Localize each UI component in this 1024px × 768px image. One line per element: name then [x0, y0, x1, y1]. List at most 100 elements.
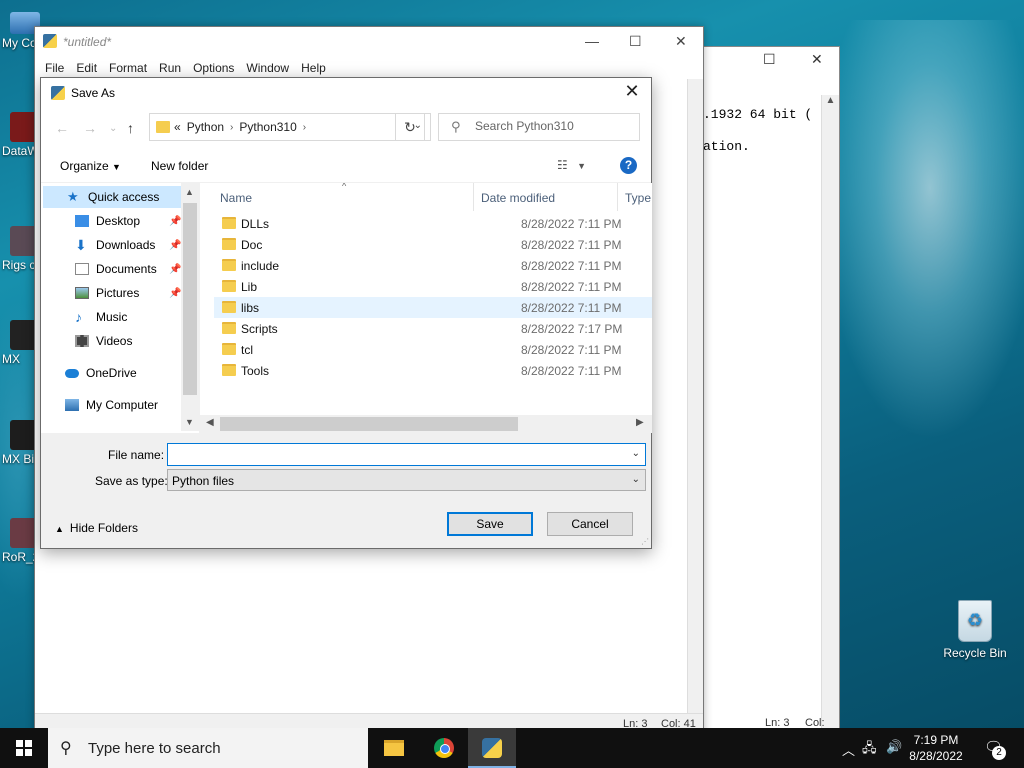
menu-window[interactable]: Window [240, 57, 295, 79]
scrollbar-thumb[interactable] [220, 417, 518, 431]
taskbar: ⚲ Type here to search ︿ 🖧 🔊 7:19 PM 8/28… [0, 728, 1024, 768]
desktop-icon-label: MX Bi [2, 452, 35, 466]
file-row-dlls[interactable]: DLLs8/28/2022 7:11 PMFile fo [214, 213, 652, 234]
column-divider[interactable] [473, 183, 474, 211]
save-as-dialog[interactable]: Save As ✕ ← → ⌄ ↑ « Python › Python310 ›… [40, 77, 652, 549]
file-name-label: File name: [108, 448, 165, 462]
save-type-select[interactable]: Python files ⌄ [167, 469, 646, 491]
menu-options[interactable]: Options [187, 57, 240, 79]
network-icon[interactable]: 🖧 [862, 739, 877, 761]
desktop-icon-recycle-bin[interactable]: Recycle Bin [940, 600, 1010, 660]
menu-format[interactable]: Format [103, 57, 153, 79]
shell-scrollbar[interactable]: ▲ [821, 95, 839, 735]
file-row-tcl[interactable]: tcl8/28/2022 7:11 PMFile fo [214, 339, 652, 360]
nav-my-computer[interactable]: My Computer [65, 394, 158, 416]
column-divider[interactable] [617, 183, 618, 211]
hide-folders-button[interactable]: ▲ Hide Folders [55, 521, 138, 535]
chevron-right-icon[interactable]: › [230, 122, 233, 133]
search-box[interactable]: ⚲ [438, 113, 640, 141]
file-name-input[interactable] [168, 444, 618, 464]
menu-edit[interactable]: Edit [70, 57, 103, 79]
scroll-right-icon[interactable]: ▶ [636, 417, 644, 428]
close-icon[interactable]: ✕ [811, 51, 823, 68]
menu-file[interactable]: File [39, 57, 70, 79]
nav-quick-access[interactable]: ★ Quick access [43, 186, 181, 208]
resize-grip[interactable]: ⋰ [641, 537, 649, 546]
save-type-label: Save as type: [95, 474, 168, 488]
python-shell-window[interactable]: ☐ ✕ .1932 64 bit ( ation. ▲ Ln: 3 Col: 0 [690, 46, 840, 741]
new-folder-button[interactable]: New folder [151, 159, 208, 173]
file-row-libs[interactable]: libs8/28/2022 7:11 PMFile fo [214, 297, 652, 318]
file-row-scripts[interactable]: Scripts8/28/2022 7:17 PMFile fo [214, 318, 652, 339]
nav-documents[interactable]: Documents [75, 258, 157, 280]
refresh-button[interactable]: ↻ [395, 113, 425, 141]
file-row-doc[interactable]: Doc8/28/2022 7:11 PMFile fo [214, 234, 652, 255]
file-list-hscrollbar[interactable]: ◀ ▶ [200, 415, 652, 433]
chevron-down-icon[interactable]: ⌄ [632, 448, 640, 459]
back-arrow-icon[interactable]: ← [55, 120, 69, 136]
editor-titlebar[interactable]: *untitled* — ☐ ✕ [35, 27, 703, 57]
breadcrumb-overflow[interactable]: « [174, 120, 181, 134]
cancel-button[interactable]: Cancel [547, 512, 633, 536]
column-name[interactable]: Name [220, 191, 252, 205]
hide-folders-label: Hide Folders [69, 521, 138, 535]
taskbar-file-explorer[interactable] [370, 728, 418, 768]
column-type[interactable]: Type [625, 191, 651, 205]
chevron-up-icon[interactable]: ︿ [842, 740, 855, 759]
taskbar-chrome[interactable] [420, 728, 468, 768]
scroll-down-icon[interactable]: ▼ [185, 417, 194, 427]
navigation-scrollbar[interactable]: ▲ ▼ [181, 183, 199, 431]
caret-down-icon: ▼ [112, 162, 121, 172]
start-button[interactable] [0, 728, 48, 768]
search-icon: ⚲ [60, 740, 72, 757]
system-clock[interactable]: 7:19 PM 8/28/2022 [906, 732, 966, 764]
chevron-right-icon[interactable]: › [303, 122, 306, 133]
nav-downloads[interactable]: ⬇ Downloads [75, 234, 155, 256]
search-icon: ⚲ [451, 119, 461, 134]
save-button[interactable]: Save [447, 512, 533, 536]
cloud-icon [65, 368, 79, 378]
scroll-up-icon[interactable]: ▲ [185, 187, 194, 197]
pictures-icon [75, 287, 89, 299]
scroll-left-icon[interactable]: ◀ [206, 417, 214, 428]
nav-music[interactable]: ♪ Music [75, 306, 127, 328]
minimize-icon[interactable]: — [585, 33, 599, 49]
file-row-lib[interactable]: Lib8/28/2022 7:11 PMFile fo [214, 276, 652, 297]
shell-titlebar[interactable]: ☐ ✕ [691, 47, 839, 75]
nav-onedrive[interactable]: OneDrive [65, 362, 137, 384]
address-bar[interactable]: « Python › Python310 › ⌄ [149, 113, 431, 141]
forward-arrow-icon[interactable]: → [83, 120, 97, 136]
editor-scrollbar[interactable] [687, 79, 703, 713]
breadcrumb-python[interactable]: Python [187, 120, 224, 134]
dialog-titlebar[interactable]: Save As ✕ [41, 78, 651, 108]
taskbar-python-idle[interactable] [468, 728, 516, 768]
file-row-include[interactable]: include8/28/2022 7:11 PMFile fo [214, 255, 652, 276]
scrollbar-thumb[interactable] [183, 203, 197, 395]
volume-icon[interactable]: 🔊 [886, 739, 902, 755]
close-icon[interactable]: ✕ [621, 81, 643, 102]
menu-help[interactable]: Help [295, 57, 332, 79]
view-options-button[interactable]: ☷ ▼ [557, 158, 586, 172]
notification-center-button[interactable]: 🗨 2 [984, 738, 1006, 760]
editor-menubar: File Edit Format Run Options Window Help [35, 57, 703, 79]
nav-videos[interactable]: Videos [75, 330, 132, 352]
nav-pictures[interactable]: Pictures [75, 282, 139, 304]
breadcrumb-python310[interactable]: Python310 [239, 120, 296, 134]
file-row-tools[interactable]: Tools8/28/2022 7:11 PMFile fo [214, 360, 652, 381]
taskbar-search[interactable]: ⚲ Type here to search [48, 728, 368, 768]
maximize-icon[interactable]: ☐ [629, 33, 642, 50]
file-name-field[interactable]: ⌄ [167, 443, 646, 466]
up-arrow-icon[interactable]: ↑ [127, 120, 134, 136]
maximize-icon[interactable]: ☐ [763, 51, 776, 68]
search-input[interactable] [475, 119, 625, 133]
help-icon[interactable]: ? [620, 157, 637, 174]
nav-desktop[interactable]: Desktop [75, 210, 140, 232]
refresh-icon: ↻ [404, 119, 416, 135]
videos-icon [75, 335, 89, 347]
close-icon[interactable]: ✕ [675, 33, 687, 50]
scroll-up-icon[interactable]: ▲ [822, 95, 839, 106]
recent-locations-icon[interactable]: ⌄ [109, 123, 117, 134]
organize-button[interactable]: Organize ▼ [60, 159, 121, 173]
column-date-modified[interactable]: Date modified [481, 191, 555, 205]
menu-run[interactable]: Run [153, 57, 187, 79]
